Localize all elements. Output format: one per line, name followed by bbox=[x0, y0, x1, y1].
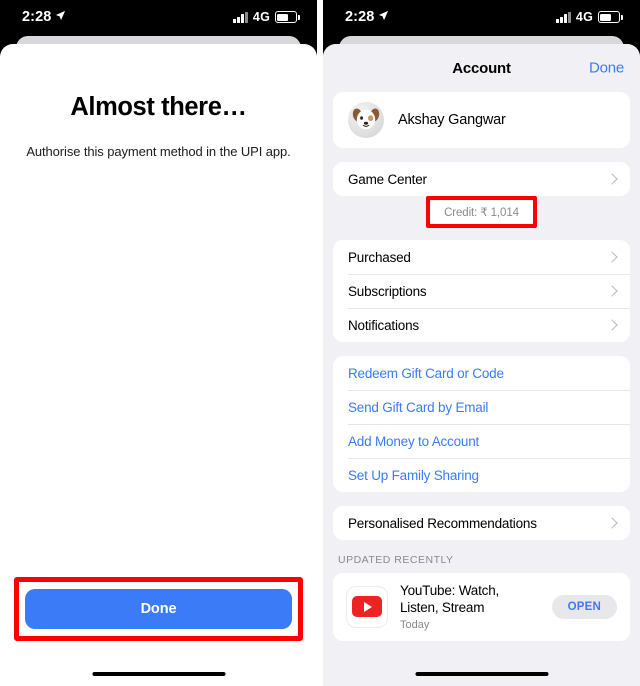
chevron-right-icon bbox=[606, 251, 618, 263]
profile-name: Akshay Gangwar bbox=[398, 112, 506, 128]
row-family-sharing[interactable]: Set Up Family Sharing bbox=[333, 458, 630, 492]
status-bar-left-group-2: 2:28 bbox=[345, 8, 389, 26]
home-indicator-left bbox=[92, 671, 225, 676]
row-label: Send Gift Card by Email bbox=[348, 399, 489, 415]
chevron-right-icon bbox=[606, 173, 618, 185]
profile-row[interactable]: Akshay Gangwar bbox=[333, 92, 630, 148]
dog-memoji-avatar bbox=[348, 102, 384, 138]
status-bar-right-group: 4G bbox=[233, 10, 300, 24]
status-time: 2:28 bbox=[345, 9, 375, 25]
row-label: Notifications bbox=[348, 317, 419, 333]
network-label: 4G bbox=[252, 10, 270, 24]
page-title: Account bbox=[452, 59, 511, 77]
status-bar-left-group: 2:28 bbox=[22, 8, 66, 26]
battery-icon bbox=[275, 11, 300, 23]
page-subtitle: Authorise this payment method in the UPI… bbox=[26, 144, 291, 159]
chevron-right-icon bbox=[606, 517, 618, 529]
links-group: Redeem Gift Card or Code Send Gift Card … bbox=[333, 356, 630, 492]
location-arrow-icon bbox=[378, 8, 389, 26]
account-navbar: Account Done bbox=[323, 44, 640, 92]
battery-icon bbox=[598, 11, 623, 23]
home-indicator-right bbox=[415, 671, 548, 676]
row-label: Add Money to Account bbox=[348, 433, 480, 449]
youtube-icon bbox=[346, 585, 388, 628]
right-phone-screen: 2:28 4G Account Done Akshay Gangwar Game… bbox=[323, 0, 640, 686]
status-time: 2:28 bbox=[22, 9, 52, 25]
credit-highlight: Credit: ₹ 1,014 bbox=[426, 196, 537, 228]
app-row-youtube[interactable]: YouTube: Watch, Listen, Stream Today OPE… bbox=[333, 573, 630, 641]
credit-label: Credit: ₹ 1,014 bbox=[430, 200, 533, 224]
row-notifications[interactable]: Notifications bbox=[333, 308, 630, 342]
row-personalised-recommendations[interactable]: Personalised Recommendations bbox=[333, 506, 630, 540]
status-bar-right-group-2: 4G bbox=[556, 10, 623, 24]
left-phone-screen: 2:28 4G Almost there… Authorise this pay… bbox=[0, 0, 317, 686]
row-send-gift-card[interactable]: Send Gift Card by Email bbox=[333, 390, 630, 424]
done-link[interactable]: Done bbox=[589, 60, 624, 77]
row-redeem-gift-card[interactable]: Redeem Gift Card or Code bbox=[333, 356, 630, 390]
signal-bars-icon bbox=[233, 11, 248, 23]
row-game-center[interactable]: Game Center bbox=[333, 162, 630, 196]
app-name: YouTube: Watch, Listen, Stream bbox=[400, 583, 500, 615]
status-bar-left: 2:28 4G bbox=[0, 0, 317, 34]
open-button[interactable]: OPEN bbox=[551, 594, 617, 619]
row-label: Redeem Gift Card or Code bbox=[348, 365, 504, 381]
updated-apps-group: YouTube: Watch, Listen, Stream Today OPE… bbox=[333, 573, 630, 641]
done-button-area: Done bbox=[14, 577, 303, 641]
location-arrow-icon bbox=[55, 8, 66, 26]
menu-group: Purchased Subscriptions Notifications bbox=[333, 240, 630, 342]
game-center-group: Game Center bbox=[333, 162, 630, 196]
row-label: Game Center bbox=[348, 171, 427, 187]
chevron-right-icon bbox=[606, 319, 618, 331]
profile-group: Akshay Gangwar bbox=[333, 92, 630, 148]
youtube-badge bbox=[352, 596, 382, 618]
row-subscriptions[interactable]: Subscriptions bbox=[333, 274, 630, 308]
row-add-money[interactable]: Add Money to Account bbox=[333, 424, 630, 458]
row-label: Personalised Recommendations bbox=[348, 515, 537, 531]
dual-screenshot-container: 2:28 4G Almost there… Authorise this pay… bbox=[0, 0, 640, 686]
account-sheet: Account Done Akshay Gangwar Game Center … bbox=[323, 44, 640, 686]
account-scroll-area[interactable]: Akshay Gangwar Game Center Credit: ₹ 1,0… bbox=[323, 92, 640, 641]
credit-area: Credit: ₹ 1,014 bbox=[333, 196, 630, 228]
done-button[interactable]: Done bbox=[25, 589, 292, 629]
row-label: Purchased bbox=[348, 249, 411, 265]
done-button-highlight: Done bbox=[14, 577, 303, 641]
page-title: Almost there… bbox=[70, 93, 247, 121]
row-purchased[interactable]: Purchased bbox=[333, 240, 630, 274]
row-label: Subscriptions bbox=[348, 283, 427, 299]
signal-bars-icon bbox=[556, 11, 571, 23]
app-text: YouTube: Watch, Listen, Stream Today bbox=[400, 583, 540, 631]
app-subtitle: Today bbox=[400, 618, 430, 631]
play-triangle-icon bbox=[364, 601, 372, 612]
network-label: 4G bbox=[575, 10, 593, 24]
row-label: Set Up Family Sharing bbox=[348, 467, 479, 483]
status-bar-right: 2:28 4G bbox=[323, 0, 640, 34]
recommendations-group: Personalised Recommendations bbox=[333, 506, 630, 540]
updated-recently-header: UPDATED RECENTLY bbox=[338, 554, 454, 566]
payment-sheet: Almost there… Authorise this payment met… bbox=[0, 44, 317, 686]
chevron-right-icon bbox=[606, 285, 618, 297]
